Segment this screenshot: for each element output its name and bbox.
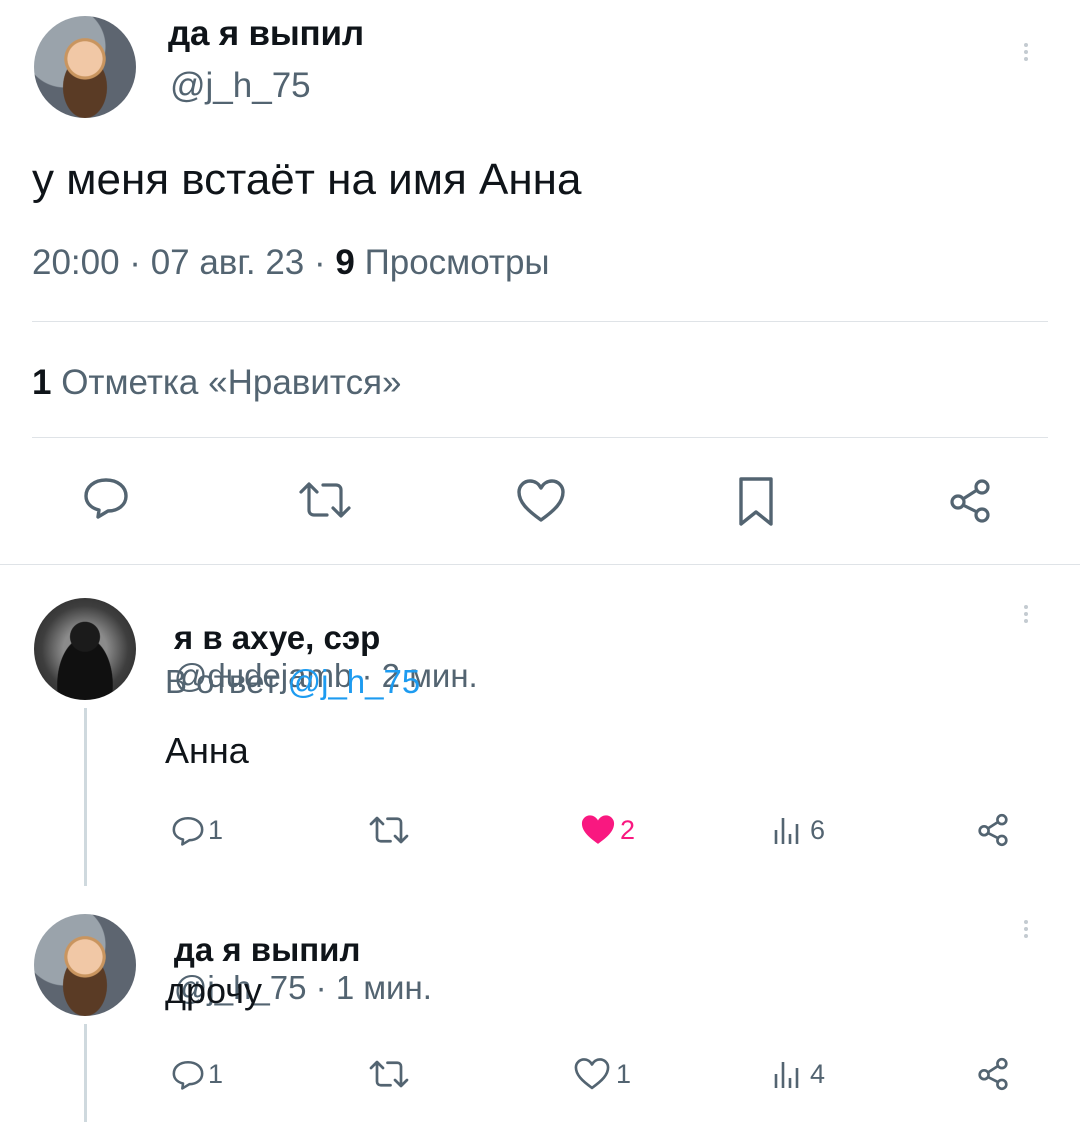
tweet-time[interactable]: 20:00 · 07 авг. 23 · [32, 243, 335, 282]
author-handle[interactable]: @j_h_75 [170, 66, 311, 106]
share-icon[interactable] [975, 1057, 1011, 1091]
like-count: 1 [616, 1059, 632, 1089]
thread-line [84, 1024, 87, 1122]
divider [0, 564, 1080, 565]
likes-count: 1 [32, 363, 52, 402]
like-icon[interactable] [515, 478, 567, 524]
views-count: 4 [810, 1059, 826, 1089]
comment-count: 1 [208, 1059, 224, 1089]
like-icon-active[interactable] [579, 813, 617, 847]
comment-icon[interactable] [82, 476, 130, 520]
retweet-icon[interactable] [368, 1059, 410, 1089]
comment-icon[interactable] [171, 1059, 205, 1091]
reply-author-name[interactable]: я в ахуе, сэр [174, 619, 380, 656]
views-icon[interactable] [773, 1058, 801, 1090]
reply-text: дрочу [165, 970, 263, 1011]
author-name[interactable]: да я выпил [168, 14, 364, 54]
retweet-icon[interactable] [297, 480, 353, 520]
likes-summary[interactable]: 1 Отметка «Нравится» [32, 363, 402, 403]
retweet-icon[interactable] [368, 815, 410, 845]
share-icon[interactable] [975, 813, 1011, 847]
reply-time[interactable]: · 1 мин. [307, 969, 432, 1006]
thread-line [84, 708, 87, 886]
reply-to-prefix: В ответ [165, 663, 288, 700]
tweet-meta: 20:00 · 07 авг. 23 · 9 Просмотры [32, 243, 550, 283]
more-icon[interactable] [1024, 602, 1028, 626]
views-icon[interactable] [773, 814, 801, 846]
comment-count: 1 [208, 815, 224, 845]
likes-label: Отметка «Нравится» [51, 363, 402, 402]
reply-author-name[interactable]: да я выпил [174, 931, 361, 968]
comment-icon[interactable] [171, 815, 205, 847]
bookmark-icon[interactable] [736, 476, 776, 528]
divider [32, 321, 1048, 322]
reply-to-handle[interactable]: @j_h_75 [288, 663, 421, 700]
like-icon[interactable] [573, 1057, 611, 1091]
divider [32, 437, 1048, 438]
tweet-text: у меня встаёт на имя Анна [32, 155, 582, 204]
views-count: 9 [335, 243, 355, 282]
reply-avatar[interactable] [34, 914, 136, 1016]
more-icon[interactable] [1024, 40, 1028, 64]
like-count: 2 [620, 815, 636, 845]
reply-avatar[interactable] [34, 598, 136, 700]
views-label: Просмотры [354, 243, 550, 282]
reply-text: Анна [165, 730, 249, 771]
more-icon[interactable] [1024, 917, 1028, 941]
author-avatar[interactable] [34, 16, 136, 118]
views-count: 6 [810, 815, 826, 845]
reply-to: В ответ @j_h_75 [165, 663, 420, 701]
share-icon[interactable] [946, 478, 994, 524]
